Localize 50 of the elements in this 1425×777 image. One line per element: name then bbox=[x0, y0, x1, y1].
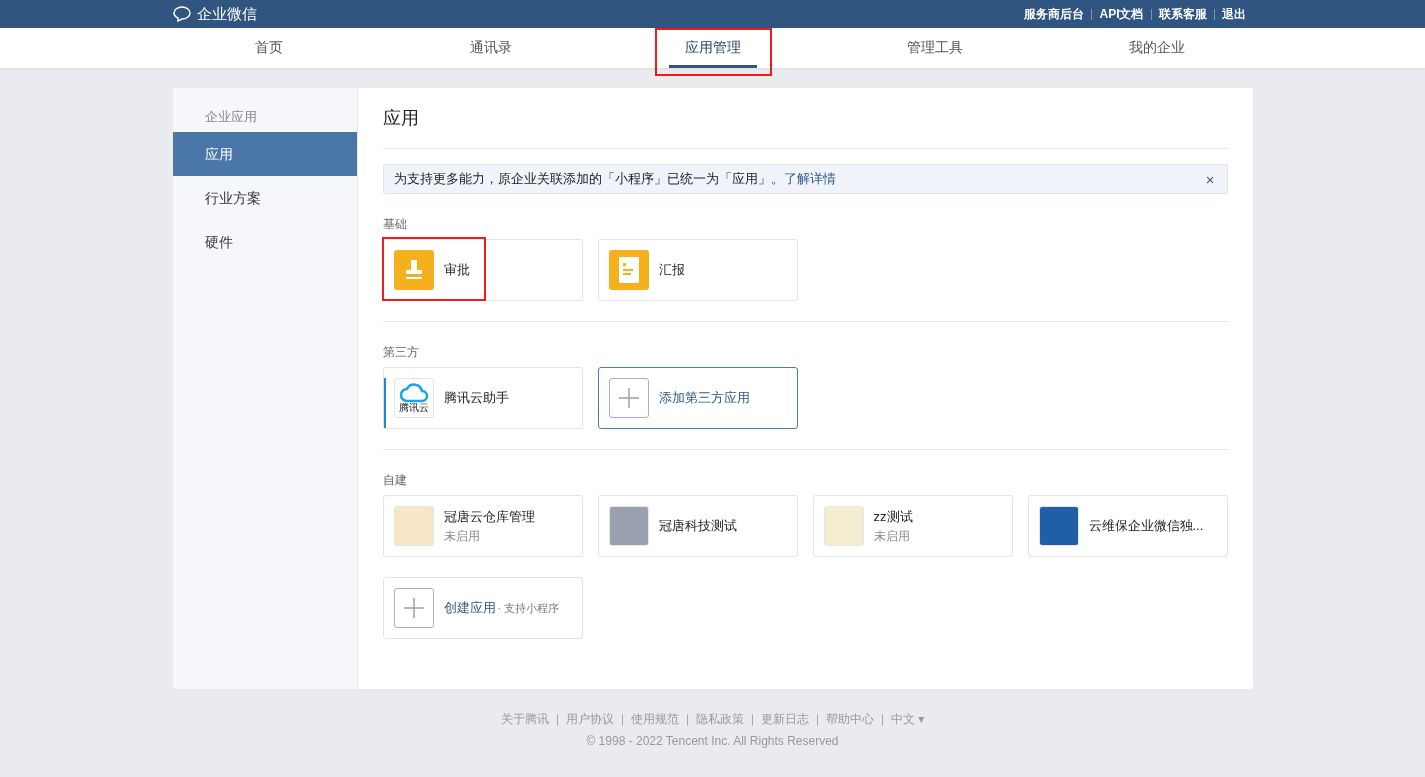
cloud-icon bbox=[398, 383, 429, 403]
sidebar-item[interactable]: 硬件 bbox=[172, 220, 357, 264]
header-link[interactable]: 联系客服 bbox=[1151, 5, 1214, 23]
app-card[interactable]: 腾讯云 腾讯云助手 bbox=[382, 367, 583, 429]
nav-tab[interactable]: 首页 bbox=[238, 28, 299, 68]
nav-tab[interactable]: 应用管理 bbox=[668, 28, 757, 68]
app-card[interactable]: 云维保企业微信独... bbox=[1027, 495, 1228, 557]
app-status: 未启用 bbox=[443, 527, 481, 545]
app-card[interactable]: 审批 bbox=[382, 239, 583, 301]
close-button[interactable]: × bbox=[1205, 170, 1215, 188]
sidebar-heading: 企业应用 bbox=[203, 108, 258, 126]
app-card[interactable]: 冠唐云仓库管理 未启用 bbox=[382, 495, 583, 557]
app-name: 冠唐科技测试 bbox=[658, 517, 737, 535]
document-icon bbox=[608, 250, 649, 290]
sidebar-item[interactable]: 应用 bbox=[172, 132, 357, 176]
app-name: 审批 bbox=[443, 261, 470, 279]
app-name: 添加第三方应用 bbox=[658, 389, 750, 407]
nav-tab[interactable]: 管理工具 bbox=[890, 28, 979, 68]
app-card[interactable]: 添加第三方应用 bbox=[597, 367, 798, 429]
notice-text: 为支持更多能力，原企业关联添加的「小程序」已统一为「应用」。了解详情 bbox=[393, 170, 836, 188]
section-title: 自建 bbox=[382, 472, 408, 489]
page-title: 应用 bbox=[382, 102, 1228, 149]
app-card[interactable]: 冠唐科技测试 bbox=[597, 495, 798, 557]
section-title: 第三方 bbox=[382, 344, 420, 361]
plus-icon bbox=[402, 597, 425, 619]
header-link[interactable]: 退出 bbox=[1214, 5, 1253, 23]
header-link[interactable]: API文档 bbox=[1092, 5, 1151, 23]
sidebar-item[interactable]: 行业方案 bbox=[172, 176, 357, 220]
stamp-icon bbox=[393, 250, 434, 290]
plus-icon bbox=[617, 387, 640, 409]
app-note: · 支持小程序 bbox=[497, 601, 560, 616]
logo-label: 腾讯云 bbox=[398, 403, 429, 413]
app-name: 腾讯云助手 bbox=[443, 389, 509, 407]
app-name: 创建应用 bbox=[443, 599, 496, 617]
chat-bubble-icon bbox=[172, 5, 193, 23]
app-card[interactable]: 创建应用· 支持小程序 bbox=[382, 577, 583, 639]
header-link[interactable]: 服务商后台 bbox=[1017, 5, 1092, 23]
app-name: 云维保企业微信独... bbox=[1088, 517, 1204, 535]
nav-tab[interactable]: 我的企业 bbox=[1112, 28, 1201, 68]
app-card[interactable]: zz测试 未启用 bbox=[812, 495, 1013, 557]
section-title: 基础 bbox=[382, 216, 408, 233]
app-name: 冠唐云仓库管理 bbox=[443, 507, 535, 526]
app-name: zz测试 bbox=[873, 507, 913, 526]
logo-text: 企业微信 bbox=[196, 4, 257, 24]
app-status: 未启用 bbox=[873, 527, 911, 545]
app-card[interactable]: 汇报 bbox=[597, 239, 798, 301]
nav-tab[interactable]: 通讯录 bbox=[453, 28, 528, 68]
details-link[interactable]: 了解详情 bbox=[783, 171, 836, 186]
app-name: 汇报 bbox=[658, 261, 685, 279]
copyright-text: © 1998 - 2022 Tencent Inc. All Rights Reserved bbox=[585, 734, 840, 748]
